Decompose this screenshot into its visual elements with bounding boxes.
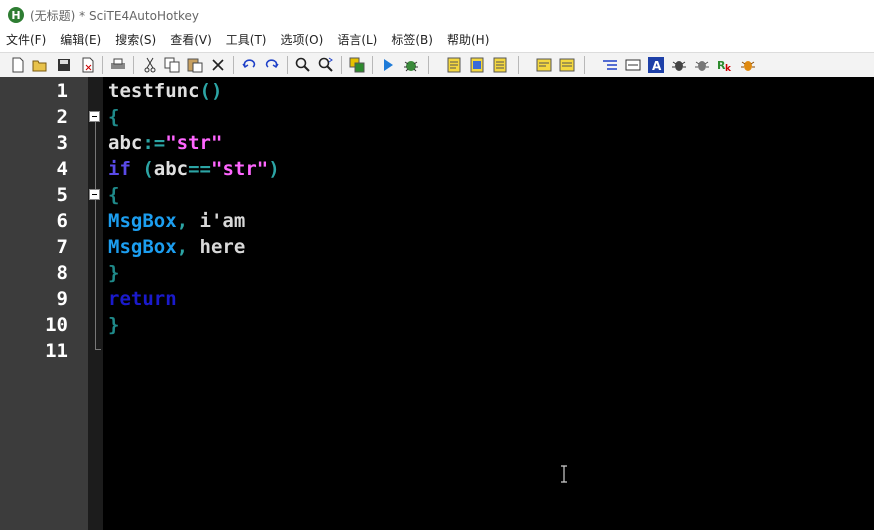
menu-file[interactable]: 文件(F): [0, 30, 53, 51]
copy-icon[interactable]: [164, 57, 180, 73]
code-token: }: [108, 314, 120, 336]
script-window-icon[interactable]: [492, 57, 508, 73]
line-number: 8: [56, 262, 68, 284]
menu-options[interactable]: 选项(O): [274, 30, 331, 51]
code-line[interactable]: }: [108, 312, 119, 338]
line-number: 4: [56, 158, 68, 180]
line-number: 7: [56, 236, 68, 258]
code-token: ,: [176, 210, 200, 232]
fold-toggle[interactable]: [89, 111, 100, 122]
code-token: MsgBox: [108, 236, 177, 258]
debug-icon[interactable]: [403, 57, 419, 73]
code-token: abc: [153, 158, 189, 180]
script-info-icon[interactable]: [446, 57, 462, 73]
fold-toggle[interactable]: [89, 189, 100, 200]
rk-icon[interactable]: Rk: [717, 57, 733, 73]
menu-tabs[interactable]: 标签(B): [384, 30, 440, 51]
menu-bar: 文件(F) 编辑(E) 搜索(S) 查看(V) 工具(T) 选项(O) 语言(L…: [0, 30, 874, 51]
code-line[interactable]: {: [108, 104, 119, 130]
debug-bug2-icon[interactable]: [694, 57, 710, 73]
code-token: "str": [211, 158, 269, 180]
open-folder-icon[interactable]: [32, 57, 48, 73]
fold-guide-line: [95, 122, 96, 350]
code-token: if: [108, 158, 131, 180]
code-editor[interactable]: 1 2 3 4 5 6 7 8 9 10 11 testfunc(){abc:=…: [0, 77, 874, 530]
code-token: {: [108, 184, 120, 206]
code-token: }: [108, 262, 120, 284]
window-spy-icon[interactable]: [602, 57, 618, 73]
line-number: 6: [56, 210, 68, 232]
code-token: i'am: [199, 210, 246, 232]
line-number: 3: [56, 132, 68, 154]
menu-help[interactable]: 帮助(H): [440, 30, 496, 51]
code-token: :=: [142, 132, 166, 154]
replace-icon[interactable]: [318, 57, 334, 73]
code-token: here: [199, 236, 246, 258]
cut-icon[interactable]: [142, 57, 158, 73]
code-token: (: [130, 158, 154, 180]
code-token: {: [108, 106, 120, 128]
find-icon[interactable]: [295, 57, 311, 73]
menu-view[interactable]: 查看(V): [163, 30, 219, 51]
code-line[interactable]: MsgBox, i'am: [108, 208, 245, 234]
line-number: 9: [56, 288, 68, 310]
code-line[interactable]: abc:="str": [108, 130, 222, 156]
delete-icon[interactable]: [210, 57, 226, 73]
svg-text:A: A: [652, 59, 662, 73]
window-title: (无标题) * SciTE4AutoHotkey: [30, 8, 200, 23]
line-number: 2: [56, 106, 68, 128]
line-number-margin: 1 2 3 4 5 6 7 8 9 10 11: [0, 77, 88, 530]
code-line[interactable]: {: [108, 182, 119, 208]
title-bar: H (无标题) * SciTE4AutoHotkey: [0, 0, 874, 30]
code-token: ): [268, 158, 280, 180]
toolbar: A Rk: [0, 52, 874, 78]
line-number: 5: [56, 184, 68, 206]
print-icon[interactable]: [110, 57, 126, 73]
debug-bug-icon[interactable]: [671, 57, 687, 73]
line-number: 11: [45, 340, 68, 362]
line-number: 1: [56, 80, 68, 102]
new-file-icon[interactable]: [10, 57, 26, 73]
close-file-icon[interactable]: [80, 57, 96, 73]
code-token: MsgBox: [108, 210, 177, 232]
bookmark-icon[interactable]: [536, 57, 552, 73]
code-token: return: [108, 288, 177, 310]
fold-guide-end: [95, 349, 101, 350]
code-token: ,: [176, 236, 200, 258]
code-line[interactable]: }: [108, 260, 119, 286]
paste-icon[interactable]: [187, 57, 203, 73]
code-token: (): [199, 80, 223, 102]
code-token: "str": [165, 132, 223, 154]
code-line[interactable]: if (abc=="str"): [108, 156, 280, 182]
menu-language[interactable]: 语言(L): [330, 30, 384, 51]
line-number: 10: [45, 314, 68, 336]
code-token: testfunc: [108, 80, 200, 102]
font-icon[interactable]: A: [648, 57, 664, 73]
save-icon[interactable]: [56, 57, 72, 73]
textbox-icon[interactable]: [625, 57, 641, 73]
menu-tools[interactable]: 工具(T): [219, 30, 274, 51]
script-compile-icon[interactable]: [469, 57, 485, 73]
text-cursor-icon: [561, 465, 567, 483]
macro-icon[interactable]: [349, 57, 365, 73]
bookmark-list-icon[interactable]: [559, 57, 575, 73]
menu-search[interactable]: 搜索(S): [108, 30, 163, 51]
run-icon[interactable]: [380, 57, 396, 73]
code-line[interactable]: return: [108, 286, 177, 312]
bug-orange-icon[interactable]: [740, 57, 756, 73]
app-icon: H: [8, 7, 24, 23]
code-token: ==: [188, 158, 211, 180]
undo-icon[interactable]: [241, 57, 257, 73]
redo-icon[interactable]: [264, 57, 280, 73]
code-line[interactable]: MsgBox, here: [108, 234, 245, 260]
code-line[interactable]: testfunc(): [108, 78, 222, 104]
code-token: abc: [108, 132, 143, 154]
menu-edit[interactable]: 编辑(E): [53, 30, 108, 51]
svg-text:k: k: [725, 64, 732, 73]
